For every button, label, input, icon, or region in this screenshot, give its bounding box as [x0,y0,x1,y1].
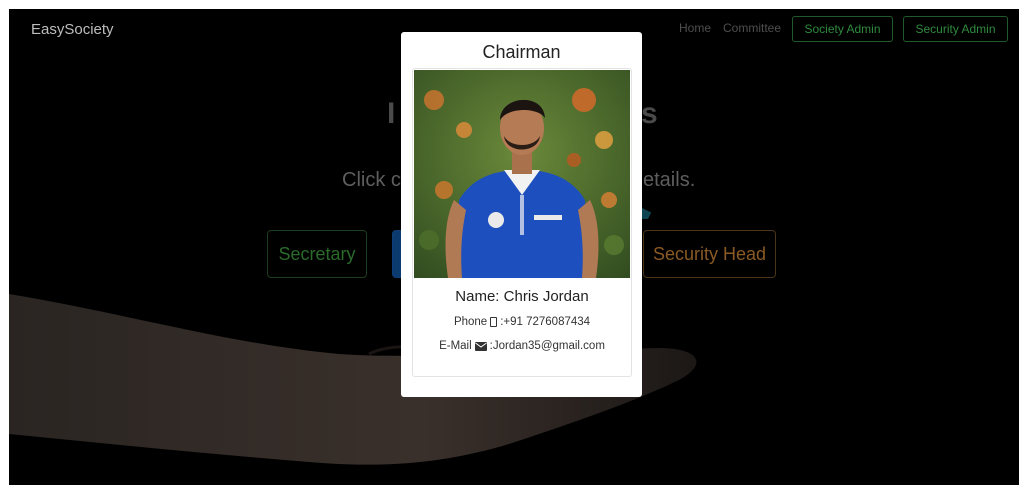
nav-home-link[interactable]: Home [679,21,711,35]
email-value[interactable]: :Jordan35@gmail.com [490,340,605,352]
member-photo [414,70,630,278]
phone-value: :+91 7276087434 [500,316,591,328]
modal-title: Chairman [482,42,561,62]
phone-icon [490,317,498,327]
envelope-icon [474,341,487,351]
secretary-button[interactable]: Secretary [267,230,367,278]
nav-committee-link[interactable]: Committee [723,21,781,35]
security-head-button[interactable]: Security Head [643,230,776,278]
email-label: E-Mail [439,340,472,352]
member-email: E-Mail :Jordan35@gmail.com [413,340,631,352]
member-modal: Chairman Name: Chris Jordan Phone:+91 7… [401,32,642,397]
brand-logo[interactable]: EasySociety [31,21,114,38]
phone-label: Phone [453,316,488,328]
security-admin-button[interactable]: Security Admin [903,16,1008,42]
society-admin-button[interactable]: Society Admin [792,16,893,42]
member-phone: Phone :+91 7276087434 [413,316,631,328]
member-card: Name: Chris Jordan Phone :+91 7276087434… [412,68,632,377]
member-name: Name: Chris Jordan [455,288,589,305]
